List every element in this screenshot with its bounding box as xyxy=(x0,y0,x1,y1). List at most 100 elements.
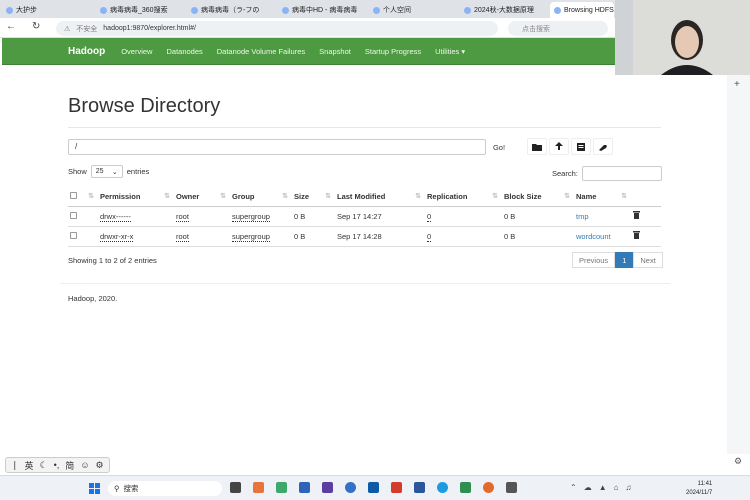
sort-icon: ⇅ xyxy=(282,193,288,200)
browser-tab[interactable]: 大护步 xyxy=(2,2,46,18)
nav-utilities[interactable]: Utilities ▾ xyxy=(435,47,465,56)
table-row: drwx------ root supergroup 0 B Sep 17 14… xyxy=(68,206,661,227)
header-owner[interactable]: Owner ⇅ xyxy=(174,188,230,207)
ime-mode[interactable]: 简 xyxy=(65,459,74,472)
gear-icon[interactable]: ⚙ xyxy=(96,460,104,471)
browser-search-box[interactable]: 点击搜索 xyxy=(508,21,608,36)
system-tray-icon[interactable]: ⌃☁▲⌂♫ xyxy=(570,483,638,492)
firefox-icon[interactable] xyxy=(483,482,494,493)
address-bar[interactable]: ⚠ 不安全 hadoop1:9870/explorer.html#/ xyxy=(56,21,498,36)
permission-cell[interactable]: drwx------ xyxy=(100,211,131,222)
page-length-select[interactable]: 25 ⌄ xyxy=(90,165,123,178)
app-icon[interactable] xyxy=(460,482,471,493)
table-header-row: ⇅ Permission ⇅ Owner ⇅ Group ⇅ Size ⇅ Last M… xyxy=(68,188,661,207)
search-input[interactable] xyxy=(581,166,662,181)
row-checkbox[interactable] xyxy=(70,211,77,219)
edge-icon[interactable] xyxy=(437,482,448,493)
matlab-icon[interactable] xyxy=(253,482,264,493)
browser-tab[interactable]: 2024秋-大数据原理 xyxy=(460,2,548,18)
wrench-icon xyxy=(599,144,607,151)
header-block-size[interactable]: Block Size ⇅ xyxy=(502,188,574,207)
paste-button[interactable] xyxy=(593,138,613,155)
header-name[interactable]: Name ⇅ xyxy=(574,188,631,207)
search-icon: ⚲ xyxy=(114,484,120,493)
group-cell[interactable]: supergroup xyxy=(232,231,270,242)
browser-tab-active[interactable]: Browsing HDFS xyxy=(550,2,614,18)
add-icon[interactable]: + xyxy=(734,79,740,90)
header-permission[interactable]: Permission ⇅ xyxy=(98,188,174,207)
directory-table: ⇅ Permission ⇅ Owner ⇅ Group ⇅ Size ⇅ Last M… xyxy=(68,188,661,247)
moon-icon[interactable]: ☾ xyxy=(40,460,48,471)
punctuation-icon[interactable]: •, xyxy=(54,460,60,470)
tab-favicon-icon xyxy=(6,6,13,14)
browser-tab[interactable]: 病毒中HD - 病毒病毒 xyxy=(278,2,366,18)
divider xyxy=(68,127,661,128)
tab-favicon-icon xyxy=(191,6,198,14)
page-1-button[interactable]: 1 xyxy=(615,252,634,268)
page-title: Browse Directory xyxy=(68,95,221,117)
cut-paste-button[interactable] xyxy=(571,138,591,155)
replication-cell[interactable]: 0 xyxy=(427,211,432,222)
webcam-overlay xyxy=(615,0,750,75)
chevron-down-icon: ⌄ xyxy=(111,168,118,176)
tab-favicon-icon xyxy=(373,6,380,14)
go-button[interactable]: Go! xyxy=(487,139,511,155)
windows-start-icon[interactable] xyxy=(89,483,100,494)
group-cell[interactable]: supergroup xyxy=(232,211,270,222)
nav-overview[interactable]: Overview xyxy=(121,47,152,56)
trash-icon[interactable] xyxy=(633,231,640,239)
taskbar-search[interactable]: ⚲ 搜索 xyxy=(108,481,222,496)
browser-tab[interactable]: 个人空间 xyxy=(369,2,457,18)
app-icon[interactable] xyxy=(299,482,310,493)
create-directory-button[interactable] xyxy=(527,138,547,155)
sort-icon: ⇅ xyxy=(325,193,331,200)
gear-icon[interactable]: ⚙ xyxy=(734,456,742,467)
header-size[interactable]: Size ⇅ xyxy=(292,188,335,207)
folder-icon xyxy=(532,143,542,151)
app-icon[interactable] xyxy=(322,482,333,493)
tab-favicon-icon xyxy=(464,6,471,14)
word-icon[interactable] xyxy=(414,482,425,493)
page-content: Hadoop Overview Datanodes Datanode Volum… xyxy=(0,38,750,454)
browser-tab[interactable]: 病毒病毒_360搜索 xyxy=(96,2,184,18)
header-group[interactable]: Group ⇅ xyxy=(230,188,292,207)
owner-cell[interactable]: root xyxy=(176,231,189,242)
taskbar-clock[interactable]: 11:41 2024/11/7 xyxy=(686,480,712,498)
task-view-icon[interactable] xyxy=(230,482,241,493)
name-link[interactable]: tmp xyxy=(576,212,589,221)
nav-snapshot[interactable]: Snapshot xyxy=(319,47,351,56)
upload-button[interactable] xyxy=(549,138,569,155)
owner-cell[interactable]: root xyxy=(176,211,189,222)
path-input[interactable]: / xyxy=(68,139,486,155)
replication-cell[interactable]: 0 xyxy=(427,231,432,242)
row-checkbox[interactable] xyxy=(70,231,77,239)
brand-link[interactable]: Hadoop xyxy=(68,46,105,57)
permission-cell[interactable]: drwxr-xr-x xyxy=(100,231,134,242)
emoji-icon[interactable]: ☺ xyxy=(80,460,89,470)
header-replication[interactable]: Replication ⇅ xyxy=(425,188,502,207)
terminal-icon[interactable] xyxy=(506,482,517,493)
app-icon[interactable] xyxy=(368,482,379,493)
back-icon[interactable]: ← xyxy=(6,21,16,32)
tab-favicon-icon xyxy=(282,6,289,14)
select-all-checkbox[interactable] xyxy=(70,192,77,200)
sort-icon[interactable]: ⇅ xyxy=(88,192,94,200)
nav-startup-progress[interactable]: Startup Progress xyxy=(365,47,421,56)
app-icon[interactable] xyxy=(276,482,287,493)
name-link[interactable]: wordcount xyxy=(576,232,611,241)
reload-icon[interactable]: ↻ xyxy=(32,21,40,32)
size-cell: 0 B xyxy=(292,206,335,227)
not-secure-icon: ⚠ xyxy=(64,25,71,33)
browser-tab[interactable]: 病毒病毒（ラ-フの xyxy=(187,2,275,18)
next-button[interactable]: Next xyxy=(633,252,663,268)
app-icon[interactable] xyxy=(345,482,356,493)
pagination: Previous 1 Next xyxy=(572,252,663,268)
ime-language[interactable]: 英 xyxy=(25,459,34,472)
nav-datanodes[interactable]: Datanodes xyxy=(166,47,202,56)
header-last-modified[interactable]: Last Modified ⇅ xyxy=(335,188,425,207)
ime-handle-icon[interactable]: ❘ xyxy=(11,460,19,471)
previous-button[interactable]: Previous xyxy=(572,252,616,268)
nav-volume-failures[interactable]: Datanode Volume Failures xyxy=(217,47,305,56)
trash-icon[interactable] xyxy=(633,211,640,219)
app-icon[interactable] xyxy=(391,482,402,493)
